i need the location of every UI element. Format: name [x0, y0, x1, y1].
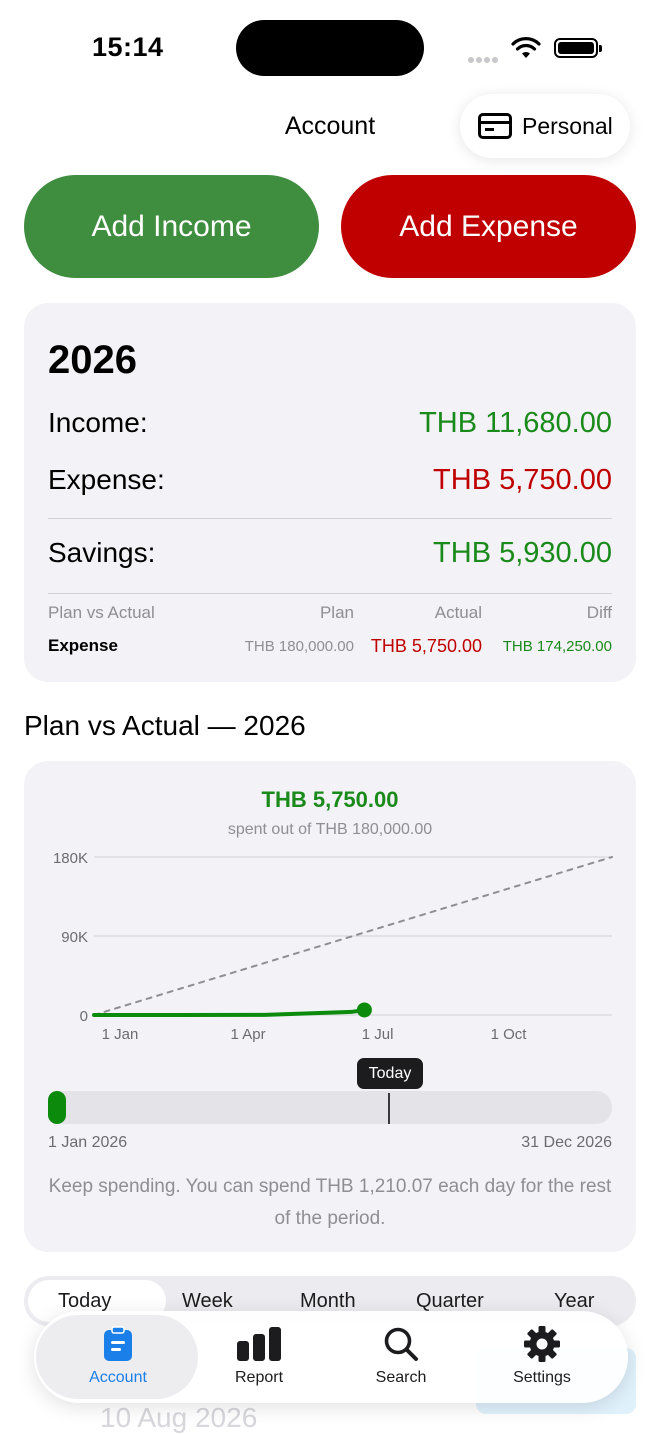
tab-settings[interactable]: Settings: [472, 1311, 612, 1403]
plan-vs-actual-chart-card: THB 5,750.00 spent out of THB 180,000.00…: [24, 761, 636, 1252]
pva-row-label: Expense: [48, 636, 118, 655]
expense-label: Expense:: [48, 464, 165, 495]
actual-current-point: [356, 1002, 372, 1018]
add-expense-button[interactable]: Add Expense: [341, 175, 636, 278]
cellular-signal-icon: [468, 50, 500, 68]
x-tick-label: 1 Apr: [231, 1026, 266, 1043]
pva-row-actual: THB 5,750.00: [370, 636, 482, 656]
income-label: Income:: [48, 407, 148, 438]
y-tick-label: 90K: [61, 929, 88, 946]
period-progress-track: [48, 1091, 612, 1124]
income-row: Income: THB 11,680.00: [48, 407, 612, 440]
tab-account[interactable]: Account: [48, 1311, 188, 1403]
savings-label: Savings:: [48, 537, 156, 568]
income-value: THB 11,680.00: [419, 407, 612, 439]
tab-account-label: Account: [89, 1369, 147, 1386]
status-bar: 15:14: [0, 0, 660, 96]
year-summary-card: 2026 Income: THB 11,680.00 Expense: THB …: [24, 303, 636, 682]
status-time: 15:14: [92, 32, 164, 62]
tab-report-label: Report: [234, 1369, 284, 1386]
y-tick-label: 0: [80, 1008, 88, 1025]
today-marker: [388, 1093, 391, 1124]
wifi-icon: [511, 37, 541, 58]
pva-header-title: Plan vs Actual: [48, 603, 155, 622]
savings-row: Savings: THB 5,930.00: [48, 537, 612, 570]
battery-icon: [554, 38, 602, 58]
period-start-label: 1 Jan 2026: [48, 1134, 128, 1151]
x-tick-label: 1 Jul: [362, 1026, 394, 1043]
divider: [48, 518, 612, 519]
period-end-label: 31 Dec 2026: [521, 1134, 612, 1151]
spent-progress-fill: [48, 1091, 67, 1124]
x-tick-label: 1 Oct: [491, 1026, 528, 1043]
segment-quarter[interactable]: Quarter: [416, 1290, 484, 1313]
x-tick-label: 1 Jan: [102, 1026, 139, 1043]
summary-year: 2026: [48, 338, 137, 382]
expense-value: THB 5,750.00: [433, 464, 612, 496]
dynamic-island: [236, 20, 424, 76]
pva-header-plan: Plan: [319, 603, 354, 622]
segment-today[interactable]: Today: [58, 1290, 111, 1313]
pva-row-plan: THB 180,000.00: [244, 638, 354, 655]
add-income-button[interactable]: Add Income: [24, 175, 319, 278]
section-title: Plan vs Actual — 2026: [24, 710, 306, 741]
gear-icon: [523, 1325, 561, 1363]
bar-chart-icon: [236, 1325, 282, 1363]
tab-search[interactable]: Search: [331, 1311, 471, 1403]
savings-value: THB 5,930.00: [433, 537, 612, 569]
segment-year[interactable]: Year: [554, 1290, 594, 1313]
tab-search-label: Search: [375, 1369, 427, 1386]
credit-card-icon: [478, 113, 512, 139]
segment-month[interactable]: Month: [300, 1290, 356, 1313]
tab-settings-label: Settings: [513, 1369, 571, 1386]
spending-advice: Keep spending. You can spend THB 1,210.0…: [48, 1176, 612, 1229]
pva-row-diff: THB 174,250.00: [502, 638, 612, 655]
account-switcher-button[interactable]: Personal: [460, 94, 630, 158]
y-tick-label: 180K: [53, 850, 88, 867]
account-clipboard-icon: [103, 1325, 133, 1363]
expense-row: Expense: THB 5,750.00: [48, 464, 612, 497]
tab-report[interactable]: Report: [189, 1311, 329, 1403]
pva-header-diff: Diff: [586, 603, 612, 622]
segment-week[interactable]: Week: [182, 1290, 233, 1313]
plan-vs-actual-chart: 180K 90K 0 1 Jan 1 Apr 1 Jul 1 Oct: [53, 850, 613, 1043]
actual-series-line: [92, 1007, 367, 1017]
magnifier-icon: [383, 1325, 419, 1363]
divider: [48, 593, 612, 594]
pva-header-actual: Actual: [434, 603, 482, 622]
list-item-date: 10 Aug 2026: [100, 1402, 258, 1433]
account-name: Personal: [522, 112, 613, 139]
tab-bar: Account Report Search Settings: [34, 1311, 628, 1403]
today-tag: Today: [357, 1058, 423, 1089]
